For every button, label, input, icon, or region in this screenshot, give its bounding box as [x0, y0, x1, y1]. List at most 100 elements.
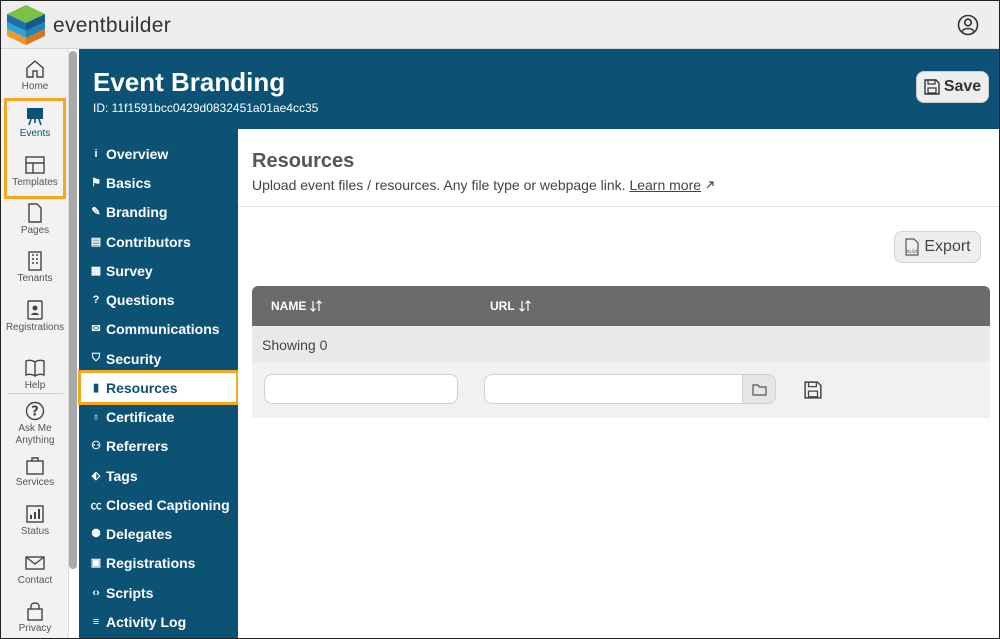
- cc-icon: ㏄: [90, 499, 102, 512]
- section-divider: [238, 206, 999, 207]
- brush-icon: ✎: [91, 206, 101, 218]
- nav-item-certificate[interactable]: ♁ Certificate: [79, 402, 238, 431]
- nav-label: Security: [106, 350, 162, 367]
- list-icon: ≡: [92, 615, 100, 628]
- column-label: NAME: [271, 299, 307, 313]
- nav-item-branding[interactable]: ✎ Branding: [79, 197, 238, 226]
- resource-name-input[interactable]: [264, 374, 458, 404]
- nav-label: Scripts: [106, 584, 154, 601]
- account-icon[interactable]: [957, 14, 979, 36]
- svg-text:?: ?: [31, 405, 39, 420]
- resources-table-header: NAME URL: [252, 286, 990, 326]
- shield-icon: ⛉: [91, 352, 101, 364]
- rail-label: Contact: [17, 575, 53, 586]
- survey-icon: ▦: [90, 265, 102, 277]
- nav-item-communications[interactable]: ✉ Communications: [79, 314, 238, 343]
- rail-label: Status: [20, 526, 50, 537]
- status-chart-icon: [26, 505, 44, 523]
- eventbuilder-logo[interactable]: [5, 3, 47, 47]
- tag-icon: ⬖: [91, 470, 101, 482]
- showing-count: Showing 0: [262, 337, 328, 353]
- nav-label: Activity Log: [106, 613, 187, 630]
- nav-item-activity-log[interactable]: ≡ Activity Log: [79, 607, 238, 636]
- rail-label: Ask Me: [18, 423, 52, 434]
- rail-item-help[interactable]: Help: [1, 358, 69, 391]
- nav-label: Branding: [106, 203, 168, 220]
- rail-callout-highlight: [4, 98, 66, 199]
- nav-label: Communications: [106, 320, 220, 337]
- column-header-url[interactable]: URL: [490, 299, 532, 313]
- building-icon: [28, 251, 42, 271]
- export-button[interactable]: XLSX Export: [894, 231, 981, 263]
- save-row-icon[interactable]: [804, 381, 822, 399]
- brand-name: eventbuilder: [53, 14, 172, 37]
- rail-scrollbar[interactable]: [69, 51, 77, 569]
- folder-icon: [751, 383, 767, 396]
- rail-item-ask-me-anything[interactable]: ? Ask Me Anything: [1, 401, 69, 447]
- section-description: Upload event files / resources. Any file…: [252, 177, 715, 193]
- badge-icon: [27, 300, 43, 320]
- rail-label: Help: [24, 380, 46, 391]
- nav-item-basics[interactable]: ⚑ Basics: [79, 168, 238, 197]
- rail-item-services[interactable]: Services: [1, 455, 69, 488]
- rail-label: Anything: [15, 435, 55, 446]
- rail-label: Services: [15, 477, 55, 488]
- nav-item-survey[interactable]: ▦ Survey: [79, 256, 238, 285]
- showing-count-row: Showing 0: [252, 326, 990, 362]
- nav-label: Registrations: [106, 554, 196, 571]
- sort-icon: [518, 300, 531, 312]
- lock-icon: [27, 602, 43, 621]
- nav-item-questions[interactable]: ? Questions: [79, 285, 238, 314]
- nav-item-overview[interactable]: i Overview: [79, 139, 238, 168]
- delegates-icon: ⚉: [91, 528, 101, 540]
- nav-label: Contributors: [106, 233, 191, 250]
- resource-url-input[interactable]: [484, 374, 744, 404]
- page-icon: [28, 203, 42, 223]
- nav-label: Survey: [106, 262, 153, 279]
- badge-icon: ▣: [90, 557, 102, 569]
- learn-more-link[interactable]: Learn more: [629, 177, 701, 193]
- rail-item-home[interactable]: Home: [1, 59, 69, 92]
- envelope-icon: [25, 556, 45, 570]
- bag-icon: [26, 457, 44, 475]
- external-link-icon: [706, 181, 714, 189]
- column-label: URL: [490, 299, 515, 313]
- description-text: Upload event files / resources. Any file…: [252, 177, 626, 193]
- nav-item-security[interactable]: ⛉ Security: [79, 344, 238, 373]
- question-icon: ?: [25, 401, 45, 421]
- nav-item-contributors[interactable]: ▤ Contributors: [79, 227, 238, 256]
- nav-item-scripts[interactable]: ‹› Scripts: [79, 578, 238, 607]
- rail-item-status[interactable]: Status: [1, 504, 69, 537]
- rail-label: Tenants: [17, 273, 53, 284]
- rail-label: Pages: [20, 225, 50, 236]
- rail-item-privacy[interactable]: Privacy: [1, 601, 69, 634]
- page-header: Event Branding ID: 11f1591bcc0429d083245…: [79, 49, 999, 129]
- nav-label: Delegates: [106, 525, 173, 542]
- info-icon: i: [94, 147, 98, 160]
- rail-item-registrations[interactable]: Registrations: [1, 300, 69, 333]
- book-icon: [25, 359, 45, 377]
- rail-item-tenants[interactable]: Tenants: [1, 251, 69, 284]
- app-window: eventbuilder Home Events Templates Pages…: [0, 0, 1000, 639]
- nav-label: Referrers: [106, 437, 169, 454]
- nav-item-tags[interactable]: ⬖ Tags: [79, 461, 238, 490]
- export-label: Export: [924, 238, 971, 255]
- envelope-icon: ✉: [91, 323, 101, 335]
- nav-item-closed-captioning[interactable]: ㏄ Closed Captioning: [79, 490, 238, 519]
- nav-item-registrations[interactable]: ▣ Registrations: [79, 548, 238, 577]
- section-title: Resources: [252, 150, 355, 172]
- browse-files-button[interactable]: [742, 374, 776, 404]
- nav-label: Questions: [106, 291, 175, 308]
- rail-separator: [7, 393, 63, 394]
- nav-item-delegates[interactable]: ⚉ Delegates: [79, 519, 238, 548]
- floppy-disk-icon: [924, 79, 940, 95]
- column-header-name[interactable]: NAME: [271, 299, 323, 313]
- home-icon: [26, 60, 44, 78]
- xlsx-file-icon: XLSX: [905, 238, 919, 256]
- referrers-icon: ⚇: [91, 440, 101, 452]
- nav-item-referrers[interactable]: ⚇ Referrers: [79, 431, 238, 460]
- rail-item-pages[interactable]: Pages: [1, 203, 69, 236]
- signpost-icon: ⚑: [91, 177, 101, 189]
- rail-item-contact[interactable]: Contact: [1, 553, 69, 586]
- save-button[interactable]: Save: [916, 71, 989, 103]
